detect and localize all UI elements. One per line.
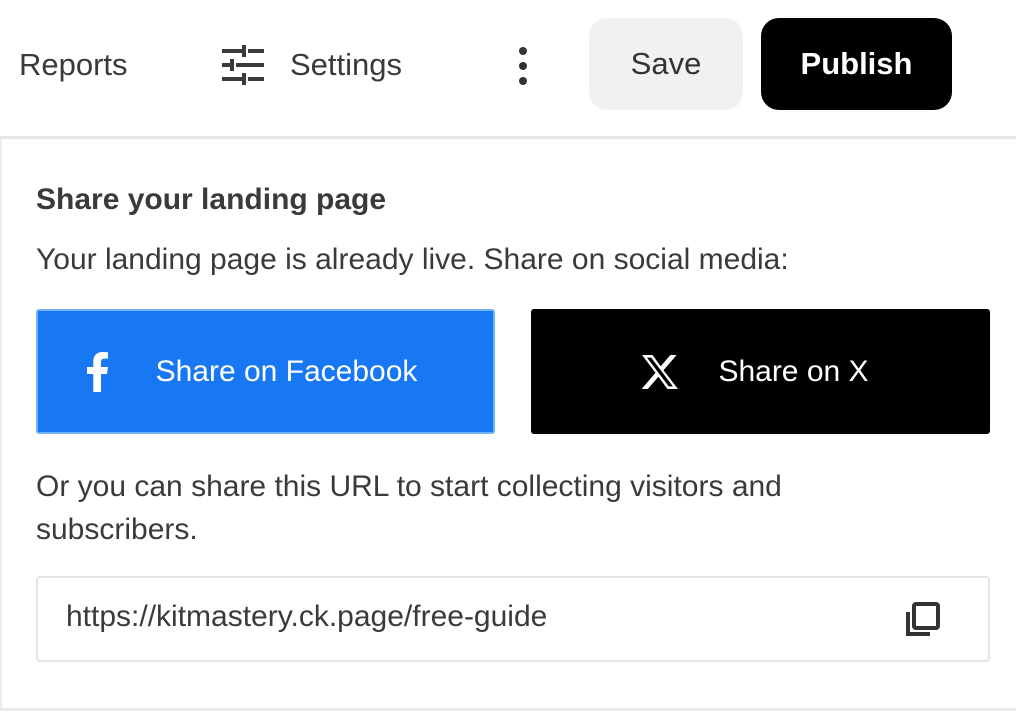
share-panel-description: Your landing page is already live. Share…	[36, 243, 789, 276]
url-help-text: Or you can share this URL to start colle…	[36, 470, 782, 546]
sliders-icon	[222, 45, 264, 85]
publish-button[interactable]: Publish	[761, 18, 952, 110]
share-url-value: https://kitmastery.ck.page/free-guide	[66, 600, 548, 633]
settings-label: Settings	[290, 47, 403, 82]
facebook-icon	[86, 351, 108, 392]
reports-link[interactable]: Reports	[19, 44, 128, 86]
share-url-field[interactable]: https://kitmastery.ck.page/free-guide	[36, 576, 990, 662]
share-x-button[interactable]: Share on X	[531, 309, 990, 434]
settings-button[interactable]: Settings	[220, 44, 402, 86]
kebab-menu-icon[interactable]	[506, 44, 540, 88]
share-panel-title: Share your landing page	[36, 183, 387, 216]
share-panel: Share your landing page Your landing pag…	[0, 139, 1016, 709]
share-facebook-label: Share on Facebook	[155, 354, 418, 388]
x-logo-icon	[642, 354, 679, 389]
share-facebook-button[interactable]: Share on Facebook	[36, 309, 495, 434]
copy-icon[interactable]	[902, 600, 942, 640]
top-toolbar: Reports Settings Save Publish	[0, 0, 1016, 136]
save-button[interactable]: Save	[589, 18, 743, 110]
share-x-label: Share on X	[718, 354, 869, 388]
panel-bottom-divider	[0, 708, 1016, 711]
